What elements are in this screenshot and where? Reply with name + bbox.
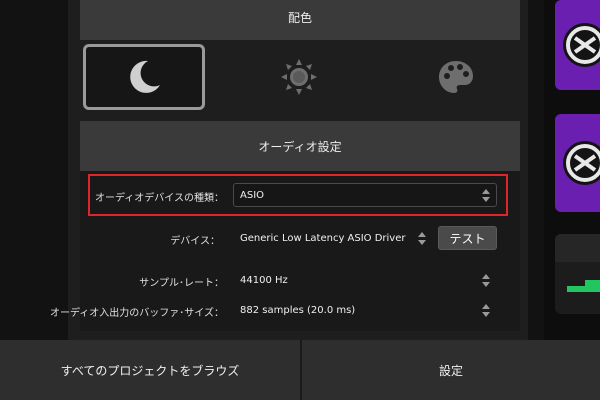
theme-custom-option[interactable]	[395, 44, 517, 110]
project-thumbnail[interactable]	[555, 234, 600, 314]
test-button[interactable]: テスト	[438, 226, 497, 250]
project-logo-icon	[555, 114, 600, 212]
theme-light-option[interactable]	[238, 44, 360, 110]
project-logo-icon	[555, 0, 600, 90]
project-art-icon	[555, 234, 600, 314]
theme-dark-option[interactable]	[83, 44, 205, 110]
moon-icon	[130, 60, 160, 93]
sample-rate-select[interactable]: 44100 Hz	[233, 268, 497, 292]
device-select[interactable]: Generic Low Latency ASIO Driver	[233, 226, 433, 250]
select-arrows-icon	[482, 304, 490, 317]
left-gutter	[0, 0, 68, 340]
device-label: デバイス：	[170, 236, 220, 247]
color-section-header: 配色	[80, 0, 520, 40]
browse-projects-button[interactable]: すべてのプロジェクトをブラウズ	[0, 340, 300, 400]
settings-button[interactable]: 設定	[302, 340, 600, 400]
select-arrows-icon	[482, 274, 490, 287]
theme-selector	[80, 40, 520, 112]
buffer-size-value: 882 samples (20.0 ms)	[240, 304, 356, 316]
sun-icon	[281, 59, 317, 95]
sample-rate-label: サンプル･レート：	[139, 278, 224, 289]
select-arrows-icon	[418, 232, 426, 245]
buffer-size-label: オーディオ入出力のバッファ･サイズ：	[50, 308, 224, 319]
palette-icon	[439, 61, 473, 93]
audio-section-header: オーディオ設定	[80, 121, 520, 171]
sample-rate-value: 44100 Hz	[240, 274, 288, 286]
project-thumbnail[interactable]	[555, 114, 600, 212]
highlight-box	[88, 174, 508, 216]
right-gutter	[528, 0, 544, 340]
device-value: Generic Low Latency ASIO Driver	[240, 232, 406, 244]
buffer-size-select[interactable]: 882 samples (20.0 ms)	[233, 298, 497, 322]
project-thumbnail[interactable]	[555, 0, 600, 90]
